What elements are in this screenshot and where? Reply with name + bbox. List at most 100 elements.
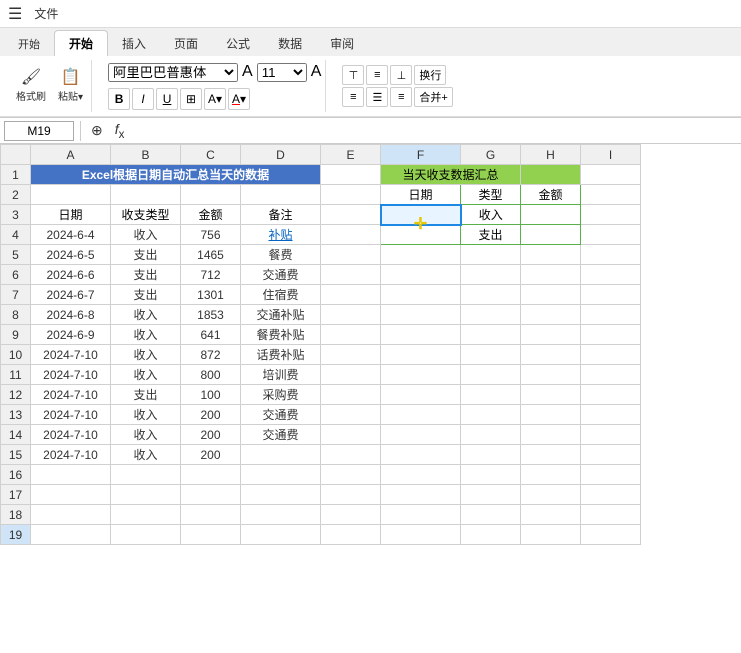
row-header-12[interactable]: 12 bbox=[1, 385, 31, 405]
row-header-7[interactable]: 7 bbox=[1, 285, 31, 305]
cell-reference-box[interactable]: M19 bbox=[4, 121, 74, 141]
cell-H2[interactable]: 金额 bbox=[521, 185, 581, 205]
cell-C4[interactable]: 756 bbox=[181, 225, 241, 245]
cell-C12[interactable]: 100 bbox=[181, 385, 241, 405]
cell-D14[interactable]: 交通费 bbox=[241, 425, 321, 445]
cell-D3[interactable]: 备注 bbox=[241, 205, 321, 225]
align-middle-btn[interactable]: ≡ bbox=[366, 65, 388, 85]
cell-D12[interactable]: 采购费 bbox=[241, 385, 321, 405]
row-header-6[interactable]: 6 bbox=[1, 265, 31, 285]
cell-F2[interactable]: 日期 bbox=[381, 185, 461, 205]
fill-handle-icon[interactable]: ✛ bbox=[414, 214, 427, 234]
row-header-11[interactable]: 11 bbox=[1, 365, 31, 385]
cell-A14[interactable]: 2024-7-10 bbox=[31, 425, 111, 445]
cell-D10[interactable]: 话费补贴 bbox=[241, 345, 321, 365]
cell-A4[interactable]: 2024-6-4 bbox=[31, 225, 111, 245]
font-size-select[interactable]: 11 bbox=[257, 63, 307, 82]
cell-A10[interactable]: 2024-7-10 bbox=[31, 345, 111, 365]
cell-G4[interactable]: 支出 bbox=[461, 225, 521, 245]
spreadsheet-container[interactable]: A B C D E F G H I 1 Excel根据日期自动汇总当天的数据 当… bbox=[0, 144, 741, 653]
cell-C3[interactable]: 金额 bbox=[181, 205, 241, 225]
format-painter-btn[interactable]: 🖌 格式刷 bbox=[12, 68, 50, 105]
align-center-btn[interactable]: ☰ bbox=[366, 87, 388, 107]
cell-B15[interactable]: 收入 bbox=[111, 445, 181, 465]
cell-A1[interactable]: Excel根据日期自动汇总当天的数据 bbox=[31, 165, 321, 185]
tab-home-inactive[interactable]: 开始 bbox=[4, 32, 54, 56]
align-top-btn[interactable]: ⊤ bbox=[342, 65, 364, 85]
font-size-up-btn[interactable]: A bbox=[311, 63, 322, 81]
cell-A15[interactable]: 2024-7-10 bbox=[31, 445, 111, 465]
menu-file[interactable]: 文件 bbox=[26, 3, 66, 24]
cell-C7[interactable]: 1301 bbox=[181, 285, 241, 305]
col-header-G[interactable]: G bbox=[461, 145, 521, 165]
row-header-3[interactable]: 3 bbox=[1, 205, 31, 225]
row-header-1[interactable]: 1 bbox=[1, 165, 31, 185]
align-left-btn[interactable]: ≡ bbox=[342, 87, 364, 107]
cell-C10[interactable]: 872 bbox=[181, 345, 241, 365]
cell-C13[interactable]: 200 bbox=[181, 405, 241, 425]
row-header-9[interactable]: 9 bbox=[1, 325, 31, 345]
cell-C8[interactable]: 1853 bbox=[181, 305, 241, 325]
cell-A3[interactable]: 日期 bbox=[31, 205, 111, 225]
cell-D5[interactable]: 餐费 bbox=[241, 245, 321, 265]
row-header-4[interactable]: 4 bbox=[1, 225, 31, 245]
tab-page[interactable]: 页面 bbox=[160, 31, 212, 56]
row-header-18[interactable]: 18 bbox=[1, 505, 31, 525]
row-header-2[interactable]: 2 bbox=[1, 185, 31, 205]
col-header-F[interactable]: F bbox=[381, 145, 461, 165]
wrap-text-btn[interactable]: 换行 bbox=[414, 65, 446, 85]
cell-C14[interactable]: 200 bbox=[181, 425, 241, 445]
tab-insert[interactable]: 插入 bbox=[108, 31, 160, 56]
cell-B8[interactable]: 收入 bbox=[111, 305, 181, 325]
tab-data[interactable]: 数据 bbox=[264, 31, 316, 56]
cell-A11[interactable]: 2024-7-10 bbox=[31, 365, 111, 385]
cell-D4[interactable]: 补贴 bbox=[241, 225, 321, 245]
cell-D9[interactable]: 餐费补贴 bbox=[241, 325, 321, 345]
row-header-14[interactable]: 14 bbox=[1, 425, 31, 445]
cell-B4[interactable]: 收入 bbox=[111, 225, 181, 245]
cell-C5[interactable]: 1465 bbox=[181, 245, 241, 265]
cell-B11[interactable]: 收入 bbox=[111, 365, 181, 385]
cell-B5[interactable]: 支出 bbox=[111, 245, 181, 265]
border-btn[interactable]: ⊞ bbox=[180, 88, 202, 110]
cell-D11[interactable]: 培训费 bbox=[241, 365, 321, 385]
formula-input[interactable] bbox=[132, 121, 737, 141]
cell-A6[interactable]: 2024-6-6 bbox=[31, 265, 111, 285]
cell-B13[interactable]: 收入 bbox=[111, 405, 181, 425]
tab-start[interactable]: 开始 bbox=[54, 30, 108, 56]
cell-D13[interactable]: 交通费 bbox=[241, 405, 321, 425]
cell-C15[interactable]: 200 bbox=[181, 445, 241, 465]
merge-btn[interactable]: 合并+ bbox=[414, 87, 452, 107]
cell-F1[interactable]: 当天收支数据汇总 bbox=[381, 165, 521, 185]
fill-color-btn[interactable]: A▾ bbox=[204, 88, 226, 110]
row-header-16[interactable]: 16 bbox=[1, 465, 31, 485]
paste-btn[interactable]: 📋 粘贴▾ bbox=[54, 68, 87, 105]
cell-D8[interactable]: 交通补贴 bbox=[241, 305, 321, 325]
col-header-C[interactable]: C bbox=[181, 145, 241, 165]
cell-A8[interactable]: 2024-6-8 bbox=[31, 305, 111, 325]
cell-D6[interactable]: 交通费 bbox=[241, 265, 321, 285]
row-header-13[interactable]: 13 bbox=[1, 405, 31, 425]
cell-A13[interactable]: 2024-7-10 bbox=[31, 405, 111, 425]
magnify-icon[interactable]: ⊕ bbox=[87, 122, 107, 139]
font-size-down-btn[interactable]: A bbox=[242, 63, 253, 81]
formula-fx-icon[interactable]: fx bbox=[111, 121, 129, 141]
cell-G2[interactable]: 类型 bbox=[461, 185, 521, 205]
col-header-D[interactable]: D bbox=[241, 145, 321, 165]
cell-A9[interactable]: 2024-6-9 bbox=[31, 325, 111, 345]
cell-A7[interactable]: 2024-6-7 bbox=[31, 285, 111, 305]
cell-G3[interactable]: 收入 bbox=[461, 205, 521, 225]
col-header-H[interactable]: H bbox=[521, 145, 581, 165]
cell-B3[interactable]: 收支类型 bbox=[111, 205, 181, 225]
font-color-btn[interactable]: A▾ bbox=[228, 88, 250, 110]
cell-A12[interactable]: 2024-7-10 bbox=[31, 385, 111, 405]
row-header-17[interactable]: 17 bbox=[1, 485, 31, 505]
row-header-19[interactable]: 19 bbox=[1, 525, 31, 545]
cell-B7[interactable]: 支出 bbox=[111, 285, 181, 305]
cell-C11[interactable]: 800 bbox=[181, 365, 241, 385]
cell-A5[interactable]: 2024-6-5 bbox=[31, 245, 111, 265]
align-bottom-btn[interactable]: ⊥ bbox=[390, 65, 412, 85]
col-header-A[interactable]: A bbox=[31, 145, 111, 165]
tab-review[interactable]: 审阅 bbox=[316, 31, 368, 56]
row-header-15[interactable]: 15 bbox=[1, 445, 31, 465]
